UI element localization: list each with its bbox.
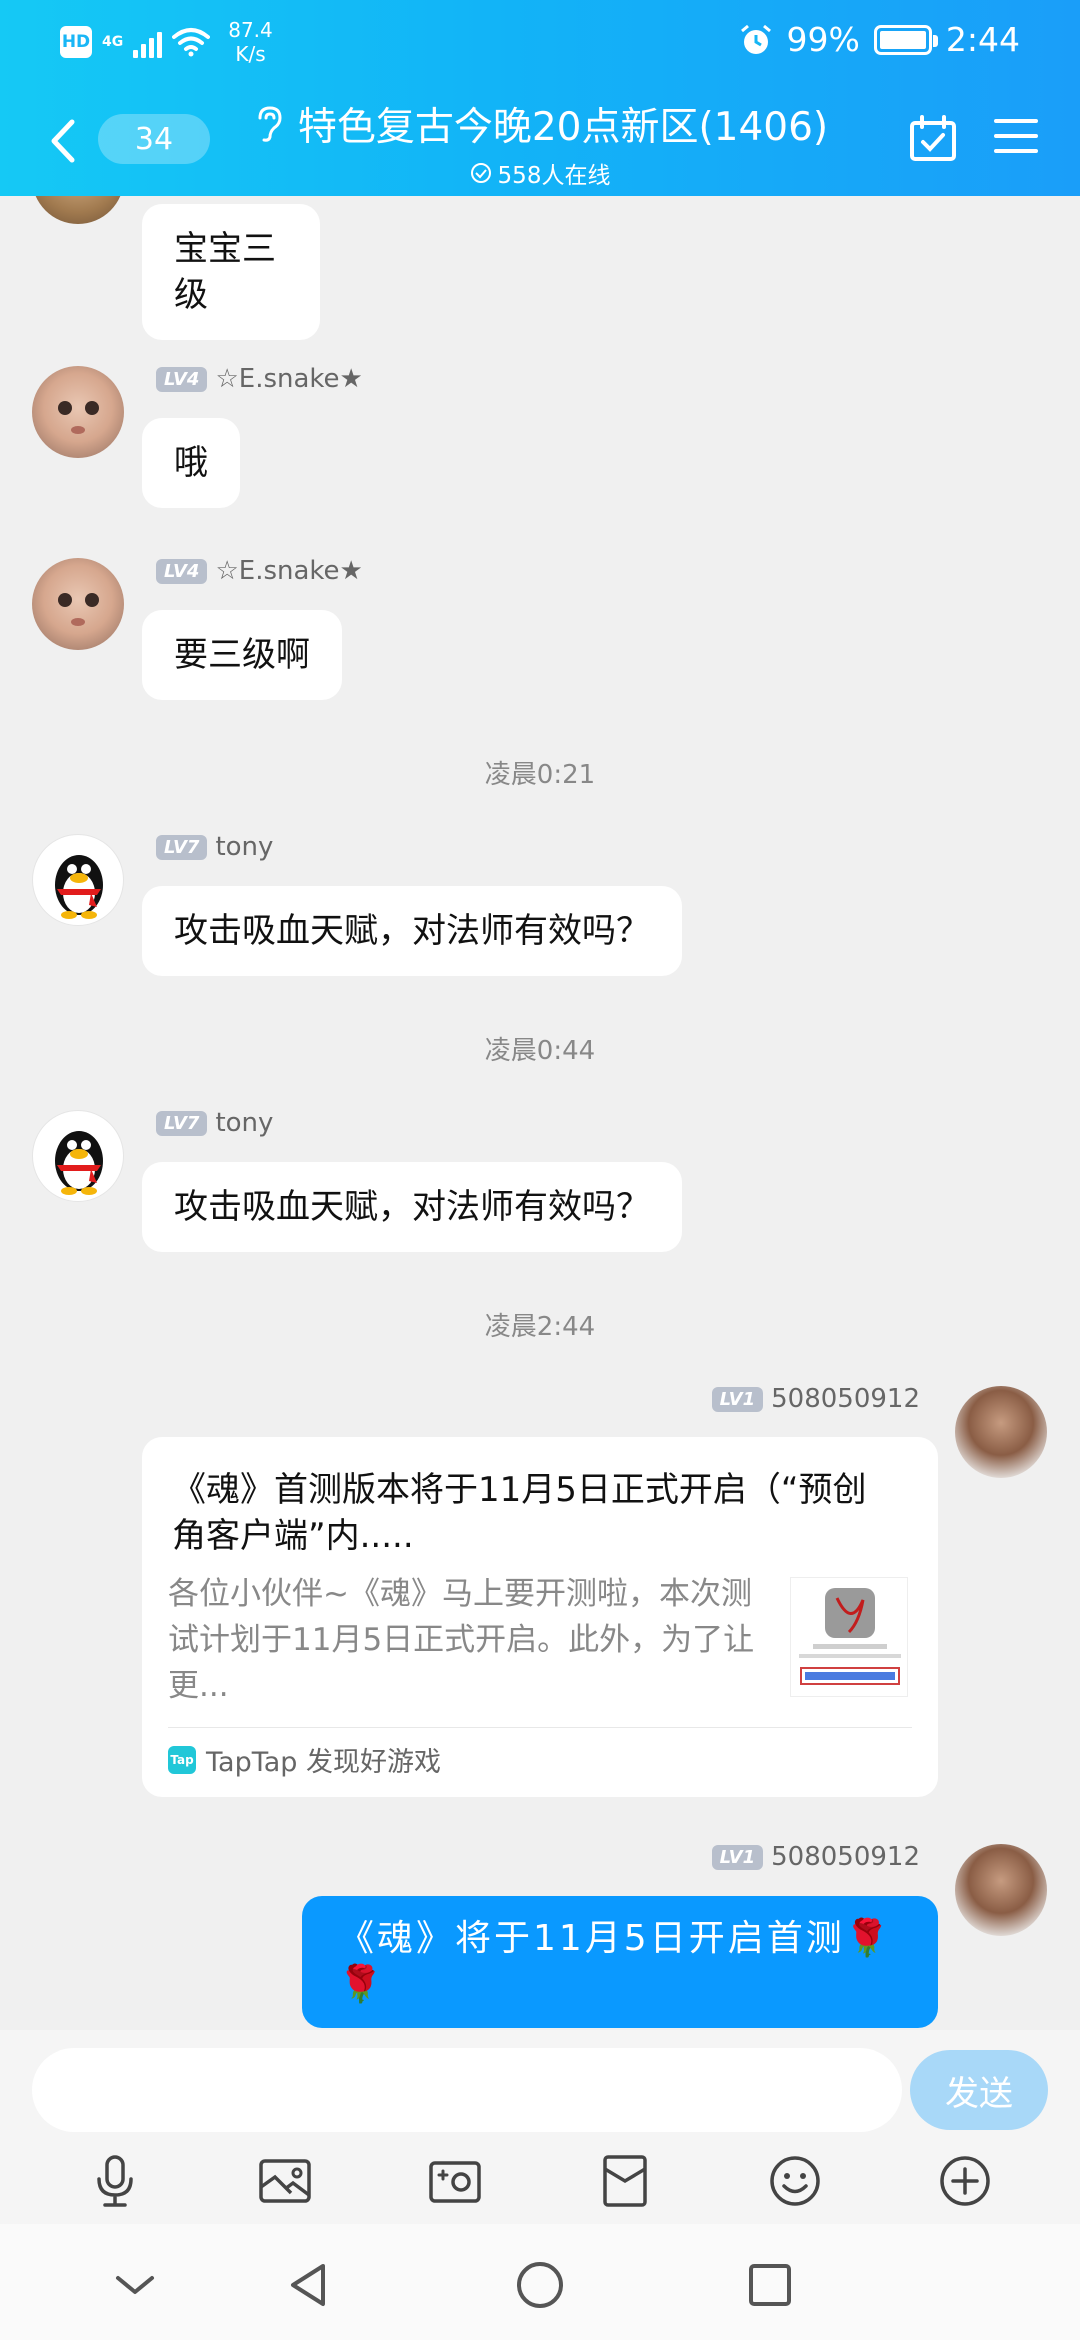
sender-name[interactable]: tony — [215, 1108, 273, 1138]
online-status: 558人在线 — [230, 156, 850, 190]
message-bubble[interactable]: 宝宝三 级 — [142, 204, 320, 340]
ear-icon — [258, 106, 282, 142]
level-badge: LV1 — [711, 1386, 764, 1412]
system-nav-bar — [0, 2224, 1080, 2340]
title-bar: 34 特色复古今晚20点新区(1406) 558人在线 — [0, 86, 1080, 196]
divider — [168, 1727, 912, 1728]
net-speed-value: 87.4 — [228, 18, 273, 42]
sender-info: LV7 tony — [156, 1108, 273, 1138]
recents-square-icon[interactable] — [745, 2260, 795, 2310]
level-badge: LV7 — [156, 834, 208, 860]
calendar-check-icon[interactable] — [908, 114, 958, 164]
network-type: 4G — [102, 34, 124, 50]
my-avatar[interactable] — [955, 1844, 1047, 1936]
plus-icon[interactable] — [937, 2153, 993, 2209]
net-speed: 87.4 K/s — [228, 18, 273, 66]
timestamp: 凌晨2:44 — [484, 1312, 596, 1342]
sender-info: LV1 508050912 — [711, 1384, 920, 1414]
signal-icon — [133, 26, 163, 58]
chevron-down-icon[interactable] — [110, 2260, 160, 2310]
sender-name[interactable]: 508050912 — [771, 1842, 920, 1872]
back-triangle-icon[interactable] — [285, 2260, 335, 2310]
chat-title: 特色复古今晚20点新区(1406) — [297, 105, 829, 150]
message-input[interactable] — [32, 2048, 902, 2132]
send-button[interactable]: 发送 — [910, 2050, 1048, 2130]
sender-name[interactable]: tony — [215, 832, 273, 862]
microphone-icon[interactable] — [87, 2153, 143, 2209]
share-card-title: 《魂》首测版本将于11月5日正式开启（“预创角客户端”内..... — [172, 1470, 867, 1556]
check-circle-icon — [470, 163, 491, 183]
online-count: 558人在线 — [497, 163, 611, 189]
unread-count-badge[interactable]: 34 — [98, 114, 210, 164]
battery-icon — [873, 24, 938, 55]
alarm-icon — [740, 24, 771, 54]
chat-area[interactable]: 宝宝三 级 LV4 ☆E.snake★ 哦 LV4 ☆E.snake★ 要三级啊… — [0, 196, 1080, 2030]
avatar[interactable] — [32, 1110, 124, 1202]
emoji-icon[interactable] — [767, 2153, 823, 2209]
image-icon[interactable] — [257, 2153, 313, 2209]
home-circle-icon[interactable] — [515, 2260, 565, 2310]
toolbar — [0, 2148, 1080, 2214]
timestamp: 凌晨0:21 — [484, 760, 596, 790]
wifi-icon — [172, 28, 211, 57]
input-bar: 发送 — [0, 2030, 1080, 2224]
sender-info: LV1 508050912 — [711, 1842, 920, 1872]
camera-icon[interactable] — [427, 2153, 483, 2209]
avatar[interactable] — [32, 558, 124, 650]
chat-title-area[interactable]: 特色复古今晚20点新区(1406) 558人在线 — [230, 96, 850, 190]
share-card-source-label: TapTap 发现好游戏 — [206, 1747, 441, 1778]
battery-percent: 99% — [786, 20, 860, 59]
message-bubble[interactable]: 攻击吸血天赋，对法师有效吗？ — [142, 1162, 682, 1252]
sender-name[interactable]: ☆E.snake★ — [215, 364, 362, 394]
sender-info: LV4 ☆E.snake★ — [156, 364, 363, 394]
hd-badge: HD — [60, 26, 92, 58]
level-badge: LV1 — [711, 1844, 764, 1870]
my-message-bubble[interactable]: 《魂》将于11月5日开启首测🌹🌹 — [302, 1896, 938, 2028]
share-card-thumbnail — [790, 1577, 908, 1697]
message-bubble[interactable]: 攻击吸血天赋，对法师有效吗？ — [142, 886, 682, 976]
message-bubble[interactable]: 要三级啊 — [142, 610, 342, 700]
share-card[interactable]: 《魂》首测版本将于11月5日正式开启（“预创角客户端”内..... 各位小伙伴~… — [142, 1437, 938, 1797]
level-badge: LV7 — [156, 1110, 208, 1136]
back-arrow-icon[interactable] — [44, 116, 84, 166]
timestamp: 凌晨0:44 — [484, 1036, 596, 1066]
avatar[interactable] — [32, 834, 124, 926]
header: HD 4G 87.4 K/s 99% 2:44 34 特色复古今晚20点新区(1… — [0, 0, 1080, 196]
level-badge: LV4 — [156, 366, 208, 392]
sender-info: LV4 ☆E.snake★ — [156, 556, 363, 586]
menu-icon[interactable] — [994, 116, 1038, 156]
sender-name[interactable]: ☆E.snake★ — [215, 556, 362, 586]
clock: 2:44 — [945, 20, 1020, 59]
avatar[interactable] — [32, 366, 124, 458]
share-card-source: Tap TapTap 发现好游戏 — [168, 1740, 441, 1779]
status-bar: HD 4G 87.4 K/s 99% 2:44 — [0, 0, 1080, 80]
avatar[interactable] — [32, 196, 124, 224]
sender-info: LV7 tony — [156, 832, 273, 862]
net-speed-unit: K/s — [235, 42, 266, 66]
taptap-icon: Tap — [168, 1745, 196, 1774]
message-bubble[interactable]: 哦 — [142, 418, 240, 508]
my-avatar[interactable] — [955, 1386, 1047, 1478]
share-card-description: 各位小伙伴~《魂》马上要开测啦，本次测试计划于11月5日正式开启。此外，为了让更… — [168, 1576, 755, 1704]
red-packet-icon[interactable] — [597, 2153, 653, 2209]
sender-name[interactable]: 508050912 — [771, 1384, 920, 1414]
level-badge: LV4 — [156, 558, 208, 584]
